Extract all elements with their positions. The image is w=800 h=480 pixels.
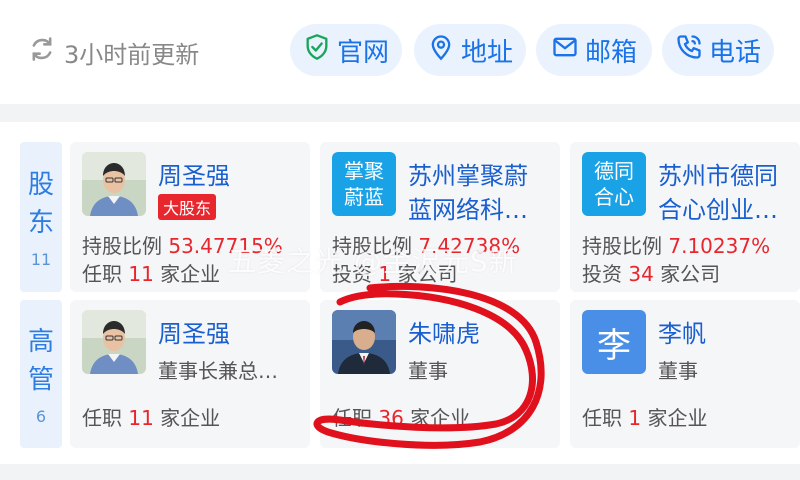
executives-label-2: 管	[27, 364, 54, 395]
executives-count: 6	[35, 406, 47, 426]
email-button[interactable]: 邮箱	[536, 24, 652, 76]
website-label: 官网	[336, 37, 389, 68]
shareholder-name[interactable]: 周圣强	[158, 156, 230, 191]
address-label: 地址	[460, 37, 513, 68]
stat-prefix: 投资	[582, 262, 622, 286]
logo-text-2: 合心	[594, 185, 634, 209]
share-ratio-label: 持股比例	[82, 234, 162, 258]
address-button[interactable]: 地址	[414, 24, 526, 76]
update-text: 3小时前更新	[64, 40, 200, 69]
stat-number: 1	[628, 406, 642, 430]
website-button[interactable]: 官网	[290, 24, 402, 76]
phone-label: 电话	[708, 37, 761, 68]
stat-number: 11	[128, 262, 154, 286]
share-ratio-label: 持股比例	[582, 234, 662, 258]
refresh-icon	[28, 35, 56, 69]
logo-text-1: 掌聚	[344, 159, 384, 183]
executive-name[interactable]: 周圣强	[158, 314, 230, 349]
shareholders-label-1: 股	[27, 169, 54, 200]
company-logo: 德同 合心	[582, 152, 646, 216]
watermark: 五菱之光 @金沢元S新	[228, 245, 518, 278]
share-ratio-value: 7.10237%	[668, 234, 771, 258]
stat-number: 34	[628, 262, 654, 286]
share-ratio: 持股比例 7.10237%	[582, 230, 770, 259]
shareholder-name[interactable]: 苏州市德同	[658, 156, 778, 191]
stat-suffix: 家公司	[660, 262, 721, 286]
logo-text-2: 蔚蓝	[344, 185, 384, 209]
executive-name[interactable]: 李帆	[658, 314, 706, 349]
avatar	[82, 152, 146, 216]
shareholder-card[interactable]: 德同 合心 苏州市德同 合心创业… 持股比例 7.10237% 投资 34 家公…	[570, 142, 800, 292]
executives-section-tab[interactable]: 高 管 6	[20, 300, 62, 448]
shareholder-name-line2[interactable]: 合心创业…	[658, 190, 778, 225]
top-bar: 3小时前更新 官网 地址 邮箱 电话	[0, 0, 800, 104]
mail-icon	[551, 33, 579, 68]
update-status[interactable]: 3小时前更新	[28, 32, 199, 72]
position-count[interactable]: 任职 11 家企业	[82, 258, 220, 287]
investment-count[interactable]: 投资 34 家公司	[582, 258, 720, 287]
avatar-initial: 李	[597, 325, 631, 366]
executives-label-1: 高	[27, 326, 54, 357]
shareholder-name-line2[interactable]: 蓝网络科…	[408, 190, 528, 225]
executive-card[interactable]: 周圣强 董事长兼总… 任职 11 家企业	[70, 300, 310, 448]
company-logo: 掌聚 蔚蓝	[332, 152, 396, 216]
stat-prefix: 任职	[82, 262, 122, 286]
executive-role: 董事长兼总…	[158, 359, 278, 383]
stat-prefix: 任职	[82, 406, 122, 430]
stat-suffix: 家企业	[160, 406, 221, 430]
shield-check-icon	[303, 33, 331, 68]
major-shareholder-badge: 大股东	[158, 194, 217, 220]
stat-prefix: 任职	[582, 406, 622, 430]
stat-number: 11	[128, 406, 154, 430]
position-count[interactable]: 任职 11 家企业	[82, 402, 220, 431]
avatar	[82, 310, 146, 374]
stat-suffix: 家企业	[160, 262, 221, 286]
shareholders-count: 11	[30, 249, 52, 269]
logo-text-1: 德同	[594, 159, 634, 183]
stat-suffix: 家企业	[647, 406, 708, 430]
executive-card[interactable]: 李 李帆 董事 任职 1 家企业	[570, 300, 800, 448]
map-pin-icon	[427, 33, 455, 68]
shareholder-name[interactable]: 苏州掌聚蔚	[408, 156, 528, 191]
position-count[interactable]: 任职 1 家企业	[582, 402, 707, 431]
phone-button[interactable]: 电话	[662, 24, 774, 76]
executive-role: 董事	[658, 359, 698, 383]
shareholders-section-tab[interactable]: 股 东 11	[20, 142, 62, 292]
highlight-circle-annotation	[313, 283, 545, 449]
avatar: 李	[582, 310, 646, 374]
phone-icon	[675, 33, 703, 68]
shareholders-label-2: 东	[27, 207, 54, 238]
email-label: 邮箱	[584, 37, 637, 68]
